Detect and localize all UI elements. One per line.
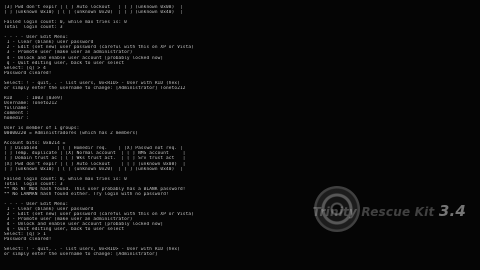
logo-name: Trinity Rescue Kit [312, 205, 439, 219]
logo-version: 3.4 [438, 202, 466, 220]
logo-title: Trinity Rescue Kit 3.4 [238, 202, 466, 220]
console-screen: [3] Pwd don't expir | [ ] Auto lockout |… [0, 0, 480, 270]
trk-logo: Trinity Rescue Kit 3.4 [236, 180, 466, 240]
